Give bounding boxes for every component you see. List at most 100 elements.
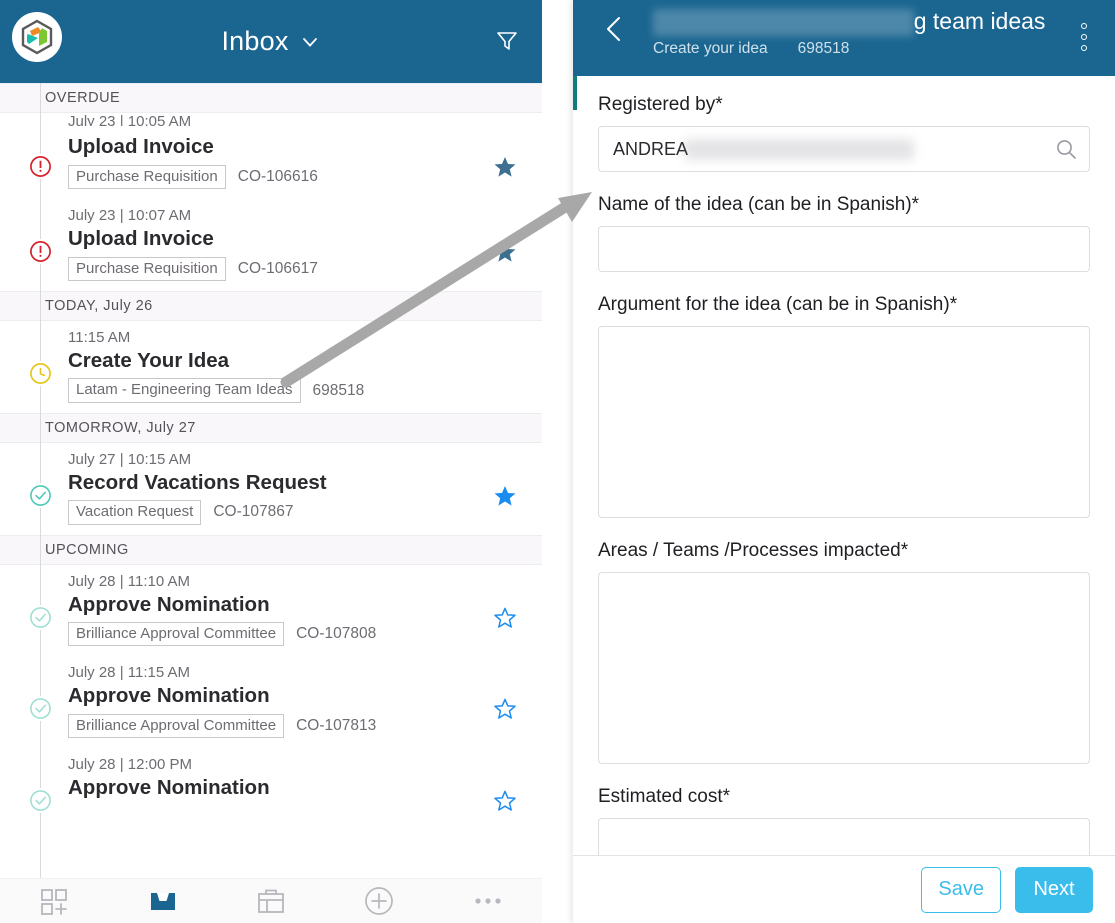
task-title: Approve Nomination [68, 684, 270, 708]
bottom-navigation[interactable] [0, 878, 542, 923]
grid-plus-icon [41, 889, 68, 915]
inbox-panel: Inbox OVERDUE July 23 | 10:05 AM Upload … [0, 0, 542, 923]
task-meta: Brilliance Approval Committee CO-107808 [68, 622, 542, 647]
group-header-upcoming: UPCOMING [0, 534, 542, 565]
check-circle-icon [28, 482, 53, 508]
partial-timestamp: July 23 | 10:05 AM [68, 113, 192, 126]
redacted-title-part: ████████████████ [653, 9, 914, 37]
redacted-value-part: ██████████████████ [684, 138, 914, 160]
task-title: Create Your Idea [68, 348, 230, 372]
modal-title-visible: g team ideas [913, 8, 1046, 34]
inbox-title-group[interactable]: Inbox [0, 0, 542, 83]
task-process-chip[interactable]: Brilliance Approval Committee [68, 714, 285, 739]
task-row-approve-nomination-2[interactable]: July 28 | 11:15 AM Approve Nomination Br… [0, 656, 542, 748]
field-label: Estimated cost* [598, 786, 730, 807]
app-root: Inbox OVERDUE July 23 | 10:05 AM Upload … [0, 0, 1115, 923]
filter-icon[interactable] [492, 26, 522, 56]
task-process-chip[interactable]: Purchase Requisition [68, 164, 226, 189]
check-circle-icon [28, 604, 53, 630]
group-header-today: TODAY, July 26 [0, 290, 542, 321]
modal-header: ████████████████g team ideas Create your… [573, 0, 1115, 76]
task-title: Upload Invoice [68, 135, 214, 158]
modal-subtitle: Create your idea [653, 40, 768, 58]
create-idea-form-modal: ████████████████g team ideas Create your… [573, 0, 1115, 923]
task-list[interactable]: OVERDUE July 23 | 10:05 AM Upload Invoic… [0, 83, 542, 923]
back-chevron-icon[interactable] [599, 12, 629, 46]
save-button[interactable]: Save [921, 866, 1001, 913]
task-row-upload-invoice-2[interactable]: July 23 | 10:07 AM Upload Invoice Purcha… [0, 199, 542, 291]
field-name-of-idea: Name of the idea (can be in Spanish)* [598, 194, 1090, 272]
idea-form: Registered by* ANDREA██████████████████ … [573, 76, 1115, 881]
registered-by-input[interactable]: ANDREA██████████████████ [598, 126, 1090, 172]
star-filled-icon[interactable] [492, 483, 518, 509]
star-outline-icon[interactable] [492, 605, 518, 631]
overflow-dot [1081, 23, 1087, 29]
task-code: 698518 [312, 381, 365, 399]
alert-circle-icon [28, 154, 53, 179]
alert-circle-icon [28, 238, 53, 264]
next-button[interactable]: Next [1015, 866, 1093, 913]
modal-title-group: ████████████████g team ideas Create your… [653, 8, 1045, 58]
registered-by-value: ANDREA [613, 138, 689, 159]
page-title: Inbox [221, 26, 289, 56]
task-time: July 28 | 12:00 PM [68, 756, 192, 774]
clock-circle-icon [28, 360, 53, 386]
overflow-dot [1081, 45, 1087, 51]
task-time: July 23 | 10:07 AM [68, 206, 192, 224]
task-row-approve-nomination-3[interactable]: July 28 | 12:00 PM Approve Nomination [0, 748, 542, 816]
nav-more[interactable] [434, 879, 542, 923]
inbox-icon [150, 893, 175, 910]
task-title: Approve Nomination [68, 776, 270, 800]
nav-new-item[interactable] [0, 879, 108, 923]
modal-subtitle-group: Create your idea 698518 [653, 40, 1045, 58]
field-registered-by: Registered by* ANDREA██████████████████ [598, 94, 1090, 172]
task-meta: Brilliance Approval Committee CO-107813 [68, 714, 542, 739]
group-header-overdue: OVERDUE [0, 83, 542, 113]
overflow-dot [1081, 34, 1087, 40]
task-time: July 28 | 11:15 AM [68, 664, 191, 682]
task-row-create-your-idea[interactable]: 11:15 AM Create Your Idea Latam - Engine… [0, 321, 542, 413]
field-label: Argument for the idea (can be in Spanish… [598, 294, 958, 315]
task-row-approve-nomination-1[interactable]: July 28 | 11:10 AM Approve Nomination Br… [0, 565, 542, 657]
briefcase-icon [258, 889, 284, 913]
search-icon[interactable] [1054, 137, 1078, 161]
task-code: CO-107867 [213, 503, 294, 521]
group-header-tomorrow: TOMORROW, July 27 [0, 412, 542, 443]
star-outline-icon[interactable] [492, 696, 518, 722]
task-meta: Purchase Requisition CO-106616 [68, 164, 542, 189]
name-of-idea-input[interactable] [598, 226, 1090, 272]
task-process-chip[interactable]: Purchase Requisition [68, 256, 226, 281]
nav-briefcase[interactable] [217, 879, 325, 923]
star-filled-icon[interactable] [492, 239, 518, 265]
task-title: Upload Invoice [68, 226, 214, 250]
modal-title: ████████████████g team ideas [653, 8, 1046, 37]
task-process-chip[interactable]: Latam - Engineering Team Ideas [68, 378, 301, 403]
areas-teams-processes-textarea[interactable] [598, 572, 1090, 764]
field-areas-teams-processes: Areas / Teams /Processes impacted* [598, 540, 1090, 764]
nav-inbox[interactable] [108, 879, 216, 923]
task-process-chip[interactable]: Vacation Request [68, 500, 202, 525]
task-meta: Latam - Engineering Team Ideas 698518 [68, 378, 542, 403]
field-label: Areas / Teams /Processes impacted* [598, 540, 909, 561]
registered-by-input-wrap[interactable]: ANDREA██████████████████ [598, 126, 1090, 172]
task-row-upload-invoice-1[interactable]: Upload Invoice Purchase Requisition CO-1… [0, 126, 542, 199]
check-circle-icon [28, 696, 53, 722]
field-label: Registered by* [598, 94, 723, 115]
task-code: CO-106616 [237, 167, 318, 185]
modal-subtitle-code: 698518 [797, 40, 850, 58]
task-meta: Vacation Request CO-107867 [68, 500, 542, 525]
task-row-record-vacations-request[interactable]: July 27 | 10:15 AM Record Vacations Requ… [0, 443, 542, 535]
task-process-chip[interactable]: Brilliance Approval Committee [68, 622, 285, 647]
argument-for-idea-textarea[interactable] [598, 326, 1090, 518]
nav-add[interactable] [325, 879, 433, 923]
check-circle-icon [28, 788, 53, 814]
more-horizontal-icon [475, 898, 501, 904]
star-filled-icon[interactable] [492, 154, 518, 180]
more-vertical-icon[interactable] [1069, 12, 1099, 62]
star-outline-icon[interactable] [492, 788, 518, 814]
task-title: Approve Nomination [68, 592, 270, 616]
chevron-down-icon[interactable] [299, 31, 321, 53]
field-estimated-cost: Estimated cost* [598, 786, 1090, 864]
task-time: July 27 | 10:15 AM [68, 450, 192, 468]
inbox-header: Inbox [0, 0, 542, 83]
